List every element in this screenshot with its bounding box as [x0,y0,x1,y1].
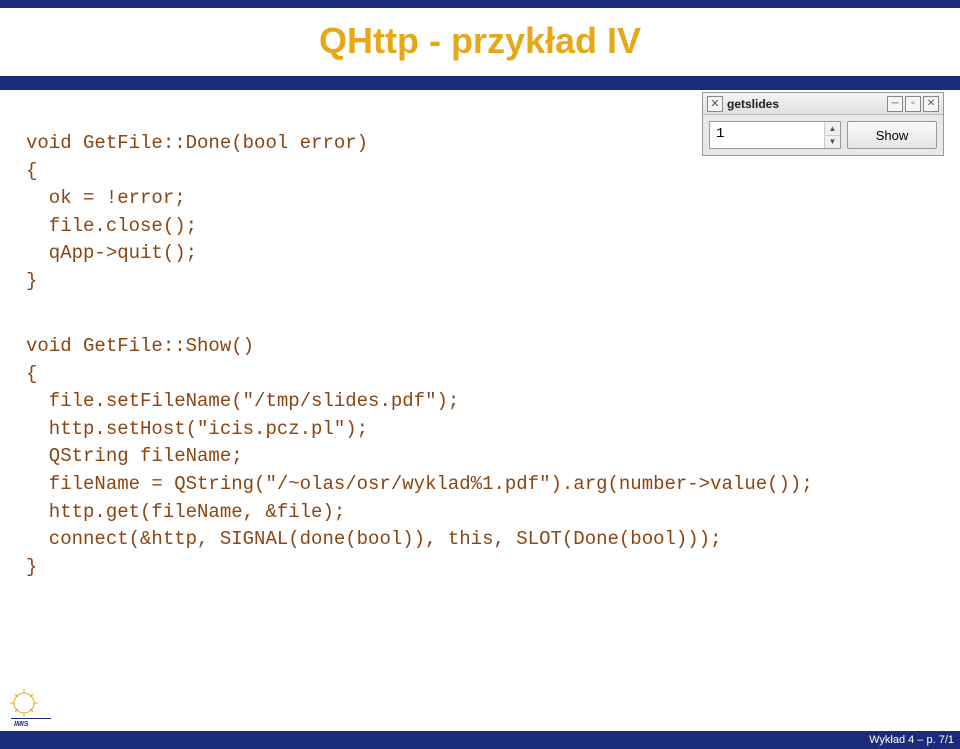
code-block-2: void GetFile::Show() { file.setFileName(… [26,333,936,581]
footer-bar: Wykład 4 – p. 7/1 [0,731,960,749]
institution-logo: IMIS [8,689,62,729]
top-accent-bar [0,0,960,8]
title-underbar [0,76,960,90]
svg-text:IMIS: IMIS [14,721,29,728]
code-block-1: void GetFile::Done(bool error) { ok = !e… [26,130,936,295]
title-area: QHttp - przykład IV [0,8,960,70]
spacer [26,295,936,333]
slide-title: QHttp - przykład IV [0,20,960,62]
page-number: Wykład 4 – p. 7/1 [869,734,954,746]
content-area: void GetFile::Done(bool error) { ok = !e… [0,90,960,581]
